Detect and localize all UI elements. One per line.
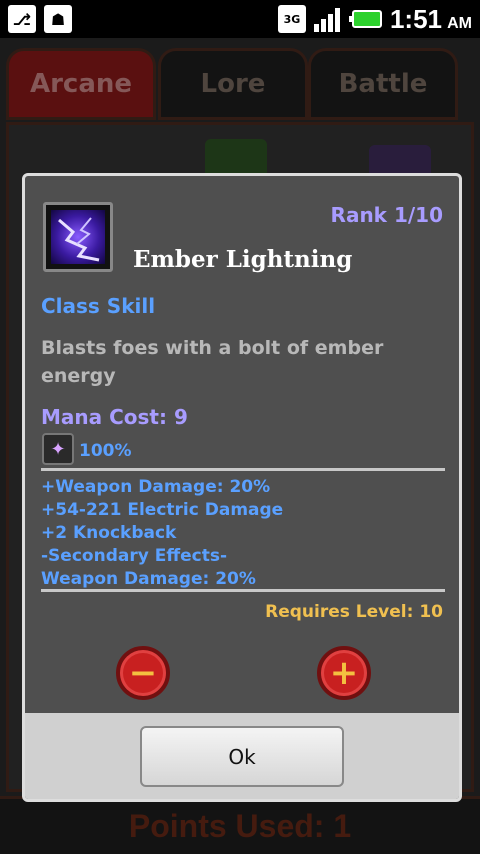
divider	[41, 589, 445, 592]
status-bar: ⎇ ☗ 3G 1:51 AM	[0, 0, 480, 38]
effects-list: +Weapon Damage: 20% +54-221 Electric Dam…	[41, 476, 283, 591]
divider	[41, 468, 445, 471]
effect-line: +54-221 Electric Damage	[41, 500, 284, 520]
dialog-footer: Ok	[25, 713, 459, 799]
mana-cost: Mana Cost: 9	[41, 405, 188, 429]
ok-button[interactable]: Ok	[140, 726, 344, 787]
skill-type: Class Skill	[41, 294, 156, 318]
plus-icon: +	[329, 653, 359, 693]
effect-line: +Weapon Damage: 20%	[41, 477, 271, 497]
network-type: 3G	[277, 5, 306, 33]
decrease-rank-button[interactable]: −	[116, 646, 170, 700]
signal-icon	[313, 6, 344, 32]
increase-rank-button[interactable]: +	[317, 646, 371, 700]
minus-icon: −	[128, 653, 158, 693]
effect-line: +2 Knockback	[41, 523, 177, 543]
skill-dialog: Rank 1/10 Ember Lightning Class Skill Bl…	[22, 173, 462, 802]
effect-line: Weapon Damage: 20%	[41, 569, 256, 589]
skill-description: Blasts foes with a bolt of ember energy	[41, 337, 384, 387]
effect-line: -Secondary Effects-	[41, 546, 228, 566]
battery-icon	[348, 10, 382, 28]
skill-rank: Rank 1/10	[330, 203, 443, 227]
skill-name: Ember Lightning	[133, 246, 353, 273]
clock-ampm: AM	[447, 14, 472, 32]
lightning-skill-icon	[43, 202, 113, 272]
usb-icon: ⎇	[8, 5, 36, 33]
weapon-percent: 100%	[79, 441, 132, 461]
android-debug-icon: ☗	[44, 5, 72, 33]
requires-level: Requires Level: 10	[265, 602, 443, 622]
weapon-icon: ✦	[42, 433, 74, 465]
clock-time: 1:51	[389, 3, 443, 34]
